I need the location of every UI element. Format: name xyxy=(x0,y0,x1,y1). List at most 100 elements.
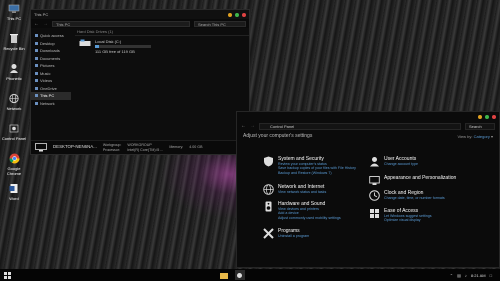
folder-icon xyxy=(219,272,228,279)
category-network-internet[interactable]: Network and Internet View network status … xyxy=(263,184,373,195)
nav-item-documents[interactable]: Documents xyxy=(31,55,71,63)
control-panel-icon xyxy=(8,123,20,134)
control-panel-address-row: ← → Control Panel Search xyxy=(237,121,499,131)
file-explorer-window: This PC ← → This PC Search This PC Quick… xyxy=(30,9,250,155)
chrome-icon xyxy=(8,153,20,164)
nav-item-label: Quick access xyxy=(40,33,64,39)
taskbar: ⌃ ▤ ♪ 8:21 AM □ xyxy=(0,269,500,281)
category-link[interactable]: Adjust commonly used mobility settings xyxy=(278,216,341,220)
close-button[interactable] xyxy=(242,12,246,17)
control-panel-title-bar[interactable] xyxy=(237,112,499,121)
folder-icon xyxy=(35,41,38,45)
person-icon xyxy=(8,63,20,74)
forward-arrow-icon[interactable]: → xyxy=(43,21,48,27)
category-hardware-sound[interactable]: Hardware and Sound View devices and print… xyxy=(263,201,373,220)
category-link[interactable]: Change account type xyxy=(384,162,418,166)
notifications-icon[interactable]: □ xyxy=(490,273,492,278)
close-button[interactable] xyxy=(492,114,496,119)
nav-item-this-pc[interactable]: This PC xyxy=(31,92,71,100)
desktop-icon-label: Control Panel xyxy=(1,136,27,141)
shield-icon xyxy=(264,156,273,167)
control-panel-icon xyxy=(237,272,243,278)
search-input[interactable]: Search xyxy=(465,122,495,130)
nav-item-videos[interactable]: Videos xyxy=(31,77,71,85)
nav-item-downloads[interactable]: Downloads xyxy=(31,47,71,55)
desktop-icon-label: Google Chrome xyxy=(6,166,22,176)
desktop-icon-control-panel[interactable]: Control Panel xyxy=(0,120,28,150)
maximize-button[interactable] xyxy=(485,114,489,119)
address-bar[interactable]: This PC xyxy=(52,20,190,27)
desktop-icon-network[interactable]: Network xyxy=(0,90,28,120)
taskbar-file-explorer[interactable] xyxy=(219,270,229,280)
category-link[interactable]: Backup and Restore (Windows 7) xyxy=(278,171,356,175)
category-user-accounts[interactable]: User Accounts Change account type xyxy=(369,156,489,167)
category-link[interactable]: View network status and tasks xyxy=(278,190,326,194)
chevron-up-icon[interactable]: ⌃ xyxy=(450,273,453,278)
back-arrow-icon[interactable]: ← xyxy=(241,123,246,129)
start-button[interactable] xyxy=(2,270,12,280)
pc-details-bar: DESKTOP-NEN6NA... Workgroup: Processor: W… xyxy=(31,140,249,154)
minimize-button[interactable] xyxy=(228,12,232,17)
page-title: Adjust your computer's settings xyxy=(243,133,313,139)
recycle-bin-icon xyxy=(8,33,20,44)
control-panel-window: ← → Control Panel Search Adjust your com… xyxy=(236,111,500,268)
explorer-address-row: ← → This PC Search This PC xyxy=(31,19,249,28)
category-link[interactable]: Change date, time, or number formats xyxy=(384,196,445,200)
windows-logo-icon xyxy=(3,271,11,279)
control-panel-header: Adjust your computer's settings View by:… xyxy=(237,131,499,141)
section-header[interactable]: Hard Disk Drives (1) xyxy=(75,28,249,36)
nav-item-pictures[interactable]: Pictures xyxy=(31,62,71,70)
clock-time[interactable]: 8:21 AM xyxy=(471,273,486,278)
nav-item-label: Pictures xyxy=(40,63,55,69)
forward-arrow-icon[interactable]: → xyxy=(250,123,255,129)
category-programs[interactable]: Programs Uninstall a program xyxy=(263,228,373,239)
cloud-icon xyxy=(35,86,38,90)
drive-usage-fill xyxy=(95,45,99,48)
nav-item-label: Desktop xyxy=(40,40,55,46)
maximize-button[interactable] xyxy=(235,12,239,17)
search-input[interactable]: Search This PC xyxy=(194,20,246,27)
nav-item-music[interactable]: Music xyxy=(31,70,71,78)
nav-item-network[interactable]: Network xyxy=(31,100,71,108)
desktop-icon-label: Word xyxy=(9,196,19,201)
minimize-button[interactable] xyxy=(478,114,482,119)
desktop-icon-this-pc[interactable]: This PC xyxy=(0,0,28,30)
ease-of-access-icon xyxy=(370,209,379,218)
back-arrow-icon[interactable]: ← xyxy=(34,21,39,27)
network-icon[interactable]: ▤ xyxy=(457,273,461,278)
explorer-title-bar[interactable]: This PC xyxy=(31,10,249,19)
nav-item-label: OneDrive xyxy=(40,85,57,91)
volume-icon[interactable]: ♪ xyxy=(465,273,467,278)
drive-space: 111 GB free of 119 GB xyxy=(95,49,135,54)
monitor-icon xyxy=(8,3,20,14)
category-ease-of-access[interactable]: Ease of Access Let Windows suggest settin… xyxy=(369,208,489,223)
monitor-icon xyxy=(369,176,380,185)
users-icon xyxy=(370,157,379,167)
view-by-label: View by: xyxy=(457,133,473,139)
star-icon xyxy=(35,34,38,38)
desktop-icon-recycle-bin[interactable]: Recycle Bin xyxy=(0,30,28,60)
nav-item-desktop[interactable]: Desktop xyxy=(31,40,71,48)
view-by-value: Category xyxy=(473,133,490,139)
taskbar-control-panel[interactable] xyxy=(234,270,245,280)
category-system-security[interactable]: System and Security Review your computer'… xyxy=(263,156,373,175)
picture-icon xyxy=(35,64,38,68)
address-bar[interactable]: Control Panel xyxy=(259,122,461,130)
category-clock-region[interactable]: Clock and Region Change date, time, or nu… xyxy=(369,190,489,201)
nav-item-quick-access[interactable]: Quick access xyxy=(31,32,71,40)
monitor-icon xyxy=(35,94,38,98)
category-link[interactable]: Optimize visual display xyxy=(384,218,432,222)
category-title[interactable]: Appearance and Personalization xyxy=(384,175,456,181)
download-icon xyxy=(35,49,38,53)
nav-item-label: Music xyxy=(40,70,51,76)
drive-c[interactable]: Local Disk (C:) 111 GB free of 119 GB xyxy=(75,39,249,54)
category-appearance[interactable]: Appearance and Personalization xyxy=(369,175,489,186)
desktop-icon-word[interactable]: Word xyxy=(0,180,28,210)
view-by-control[interactable]: View by: Category ▾ xyxy=(457,134,493,139)
desktop-icon-phonetic[interactable]: Phonetic xyxy=(0,60,28,90)
globe-icon xyxy=(263,184,274,195)
desktop-icon-label: Phonetic xyxy=(6,76,22,81)
nav-item-onedrive[interactable]: OneDrive xyxy=(31,85,71,93)
category-link[interactable]: Uninstall a program xyxy=(278,234,309,238)
desktop-icon-chrome[interactable]: Google Chrome xyxy=(0,150,28,180)
